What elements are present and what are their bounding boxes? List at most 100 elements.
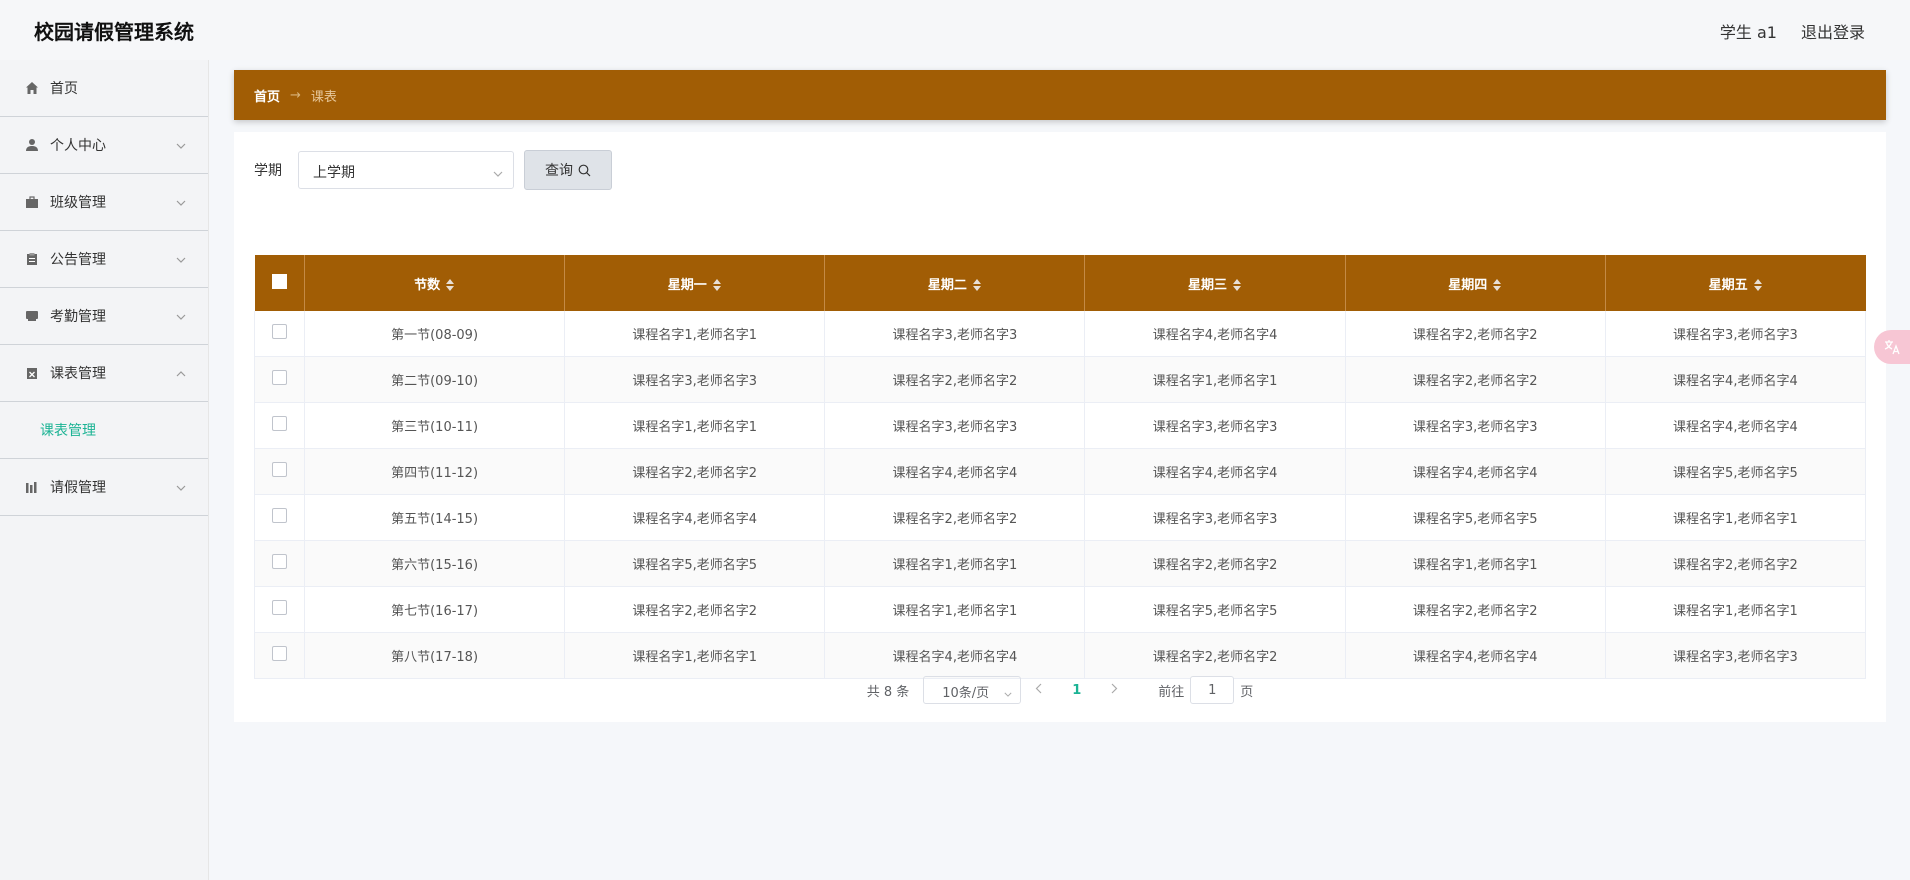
page-number-current[interactable]: 1 — [1072, 683, 1081, 698]
pagination-total: 共 8 条 — [866, 684, 910, 700]
sort-icon[interactable] — [972, 279, 982, 291]
user-icon — [24, 137, 40, 153]
breadcrumb-separator: → — [290, 87, 301, 103]
sidebar-item-notice[interactable]: 公告管理 — [0, 231, 208, 288]
sort-icon[interactable] — [1753, 279, 1763, 291]
chevron-down-icon — [176, 308, 186, 324]
table-cell: 课程名字3,老师名字3 — [564, 356, 826, 403]
sidebar: 首页 个人中心 班级管理 公告管理 考勤管理 课表管理 课表管理 请假管理 — [0, 60, 209, 880]
table-cell: 课程名字3,老师名字3 — [824, 311, 1086, 357]
row-checkbox[interactable] — [254, 311, 305, 357]
current-user[interactable]: 学生 a1 — [1720, 19, 1777, 43]
table-cell: 课程名字2,老师名字2 — [824, 356, 1086, 403]
table-cell: 课程名字4,老师名字4 — [824, 632, 1086, 679]
column-header-tuesday[interactable]: 星期二 — [824, 255, 1086, 311]
table-cell: 课程名字3,老师名字3 — [1084, 402, 1346, 449]
table-row: 第六节(15-16) 课程名字5,老师名字5 课程名字1,老师名字1 课程名字2… — [254, 540, 1867, 587]
select-all-checkbox[interactable] — [254, 255, 305, 311]
table-cell: 课程名字4,老师名字4 — [1084, 311, 1346, 357]
table-cell: 课程名字3,老师名字3 — [1345, 402, 1606, 449]
table-header-row: 节数 星期一 星期二 星期三 星期四 星期五 — [254, 255, 1866, 311]
semester-label: 学期 — [254, 163, 282, 179]
table-cell: 课程名字2,老师名字2 — [564, 586, 826, 633]
table-cell: 课程名字2,老师名字2 — [564, 448, 826, 495]
submenu-item-schedule-manage[interactable]: 课表管理 — [0, 402, 208, 459]
home-icon — [24, 80, 40, 96]
sidebar-item-class[interactable]: 班级管理 — [0, 174, 208, 231]
column-header-friday[interactable]: 星期五 — [1605, 255, 1866, 311]
prev-page-button[interactable] — [1035, 683, 1042, 698]
row-checkbox[interactable] — [254, 586, 305, 633]
clipboard-icon — [24, 251, 40, 267]
table-cell: 课程名字5,老师名字5 — [1345, 494, 1606, 541]
table-cell: 课程名字2,老师名字2 — [824, 494, 1086, 541]
breadcrumb: 首页 → 课表 — [234, 70, 1886, 120]
sidebar-item-label: 班级管理 — [50, 195, 106, 211]
breadcrumb-current: 课表 — [310, 89, 337, 105]
column-header-wednesday[interactable]: 星期三 — [1084, 255, 1346, 311]
submenu-item-label: 课表管理 — [40, 423, 96, 439]
table-cell: 课程名字4,老师名字4 — [1345, 632, 1606, 679]
chevron-down-icon — [493, 165, 503, 181]
schedule-table: 节数 星期一 星期二 星期三 星期四 星期五 第一节(08-09) 课程名字1,… — [254, 255, 1867, 679]
table-cell: 课程名字3,老师名字3 — [824, 402, 1086, 449]
column-header-monday[interactable]: 星期一 — [564, 255, 826, 311]
table-cell: 第八节(17-18) — [304, 632, 566, 679]
chevron-down-icon — [1004, 686, 1012, 701]
table-cell: 第四节(11-12) — [304, 448, 566, 495]
table-cell: 课程名字2,老师名字2 — [1345, 586, 1606, 633]
table-cell: 课程名字1,老师名字1 — [1605, 586, 1867, 633]
sidebar-item-label: 考勤管理 — [50, 309, 106, 325]
sidebar-item-attendance[interactable]: 考勤管理 — [0, 288, 208, 345]
column-header-thursday[interactable]: 星期四 — [1345, 255, 1606, 311]
page-suffix: 页 — [1240, 684, 1254, 700]
column-header-period[interactable]: 节数 — [304, 255, 566, 311]
user-area: 学生 a1 退出登录 — [1720, 19, 1865, 43]
row-checkbox[interactable] — [254, 402, 305, 449]
top-bar: 校园请假管理系统 学生 a1 退出登录 — [0, 0, 1910, 60]
logout-link[interactable]: 退出登录 — [1801, 19, 1865, 43]
table-cell: 课程名字4,老师名字4 — [1605, 402, 1867, 449]
sort-icon[interactable] — [1493, 279, 1502, 291]
table-cell: 课程名字5,老师名字5 — [1084, 586, 1346, 633]
sidebar-item-leave[interactable]: 请假管理 — [0, 459, 208, 516]
row-checkbox[interactable] — [254, 632, 305, 679]
sidebar-item-home[interactable]: 首页 — [0, 60, 208, 117]
translate-icon[interactable] — [1874, 330, 1910, 364]
table-cell: 第三节(10-11) — [304, 402, 566, 449]
breadcrumb-home[interactable]: 首页 — [254, 86, 280, 105]
sort-icon[interactable] — [1233, 279, 1242, 291]
next-page-button[interactable] — [1111, 683, 1118, 698]
sidebar-item-label: 首页 — [50, 81, 78, 97]
table-cell: 第五节(14-15) — [304, 494, 566, 541]
row-checkbox[interactable] — [254, 494, 305, 541]
query-button-label: 查询 — [545, 163, 573, 179]
sort-icon[interactable] — [712, 279, 722, 291]
table-cell: 课程名字3,老师名字3 — [1605, 311, 1867, 357]
chevron-down-icon — [176, 137, 186, 153]
table-row: 第五节(14-15) 课程名字4,老师名字4 课程名字2,老师名字2 课程名字3… — [254, 494, 1867, 541]
query-button[interactable]: 查询 — [524, 150, 612, 190]
table-cell: 课程名字2,老师名字2 — [1605, 540, 1867, 587]
chevron-down-icon — [176, 479, 186, 495]
table-cell: 第二节(09-10) — [304, 356, 566, 403]
table-cell: 课程名字2,老师名字2 — [1345, 311, 1606, 357]
table-cell: 课程名字1,老师名字1 — [564, 632, 826, 679]
sidebar-item-profile[interactable]: 个人中心 — [0, 117, 208, 174]
row-checkbox[interactable] — [254, 356, 305, 403]
table-cell: 课程名字1,老师名字1 — [1605, 494, 1867, 541]
goto-page-input[interactable] — [1190, 676, 1235, 704]
page-size-select[interactable]: 10条/页 — [923, 676, 1022, 704]
row-checkbox[interactable] — [254, 540, 305, 587]
row-checkbox[interactable] — [254, 448, 305, 495]
table-cell: 课程名字2,老师名字2 — [1084, 540, 1346, 587]
goto-label: 前往 — [1158, 684, 1185, 700]
table-cell: 课程名字3,老师名字3 — [1084, 494, 1346, 541]
table-cell: 第六节(15-16) — [304, 540, 566, 587]
table-row: 第一节(08-09) 课程名字1,老师名字1 课程名字3,老师名字3 课程名字4… — [254, 311, 1867, 357]
chevron-down-icon — [176, 251, 186, 267]
sort-icon[interactable] — [446, 279, 455, 291]
filter-bar: 学期 上学期 查询 — [254, 150, 612, 190]
semester-select[interactable]: 上学期 — [298, 151, 514, 189]
sidebar-item-schedule[interactable]: 课表管理 — [0, 345, 208, 402]
